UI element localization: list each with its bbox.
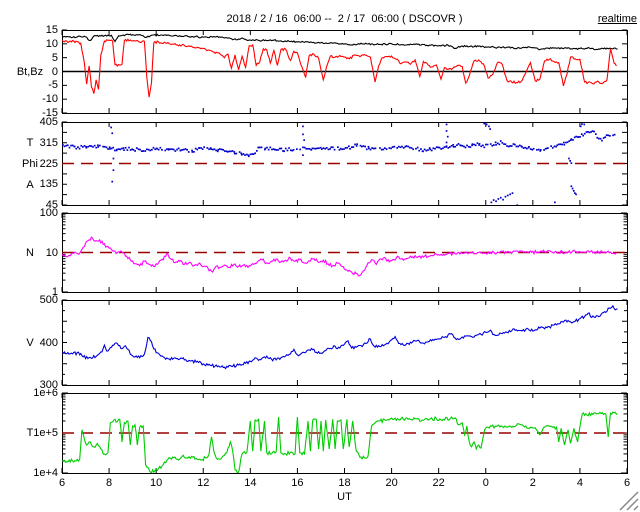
- x-tick-label: 16: [291, 477, 304, 489]
- panel-axis-label: A: [26, 178, 34, 191]
- y-tick-label: 100: [39, 207, 58, 219]
- y-tick-label: 15: [45, 24, 58, 36]
- dscovr-solar-wind-plot: 2018 / 2 / 16 06:00 -- 2 / 17 06:00 ( DS…: [0, 0, 640, 512]
- panel-axis-label: Bt,Bz: [16, 65, 44, 78]
- x-axis-title: UT: [337, 491, 352, 503]
- resize-grip-icon[interactable]: [618, 486, 640, 512]
- y-tick-label: 1e+6: [33, 387, 58, 399]
- x-tick-label: 22: [432, 477, 445, 489]
- x-tick-label: 20: [385, 477, 398, 489]
- panel-axis-label: V: [26, 336, 34, 349]
- panel-axis-label: T: [26, 427, 34, 439]
- x-tick-label: 18: [338, 477, 351, 489]
- panel-axis-label: N: [26, 246, 34, 259]
- x-tick-label: 12: [197, 477, 210, 489]
- x-tick-label: 10: [150, 477, 163, 489]
- y-tick-label: -5: [48, 79, 58, 92]
- y-tick-label: 10: [45, 37, 58, 50]
- series-V: [62, 304, 618, 370]
- y-tick-label: 5: [51, 51, 58, 64]
- x-tick-label: 2: [529, 477, 536, 489]
- x-tick-label: 0: [482, 477, 489, 489]
- series-T: [62, 411, 618, 473]
- x-tick-label: 8: [106, 477, 113, 489]
- panel-axis-label: T: [26, 136, 34, 149]
- y-tick-label: -10: [42, 93, 58, 106]
- panel-axis-label: Phi: [22, 157, 38, 170]
- y-tick-label: 500: [39, 294, 58, 306]
- x-tick-label: 4: [576, 477, 583, 489]
- y-tick-label: 405: [39, 116, 58, 128]
- plot-canvas: [61, 29, 628, 474]
- x-tick-label: 6: [58, 477, 66, 489]
- series-N: [62, 236, 617, 277]
- x-tick-label: 14: [244, 477, 257, 489]
- series-Phi: [62, 122, 616, 205]
